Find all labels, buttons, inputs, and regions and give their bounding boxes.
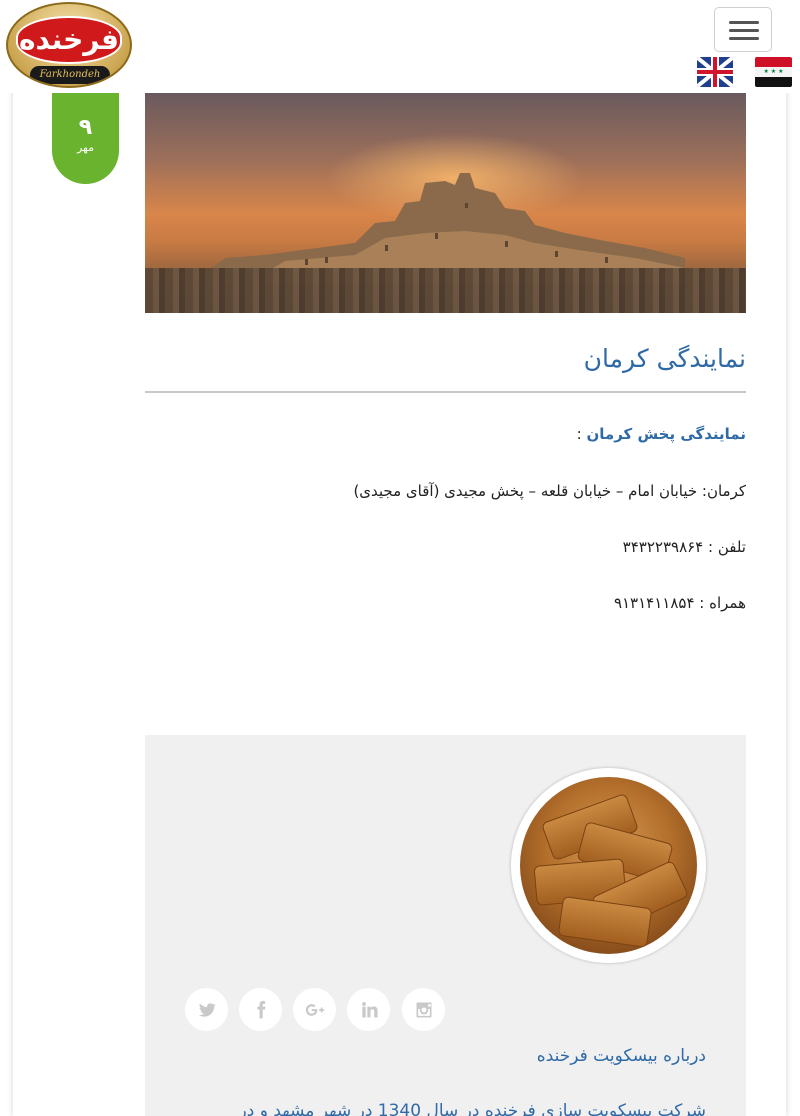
iraq-flag-icon[interactable]: ★ ★ ★: [755, 57, 792, 87]
about-image: [511, 768, 706, 963]
title-divider: [145, 391, 746, 393]
footer-about: درباره بیسکویت فرخنده شرکت بیسکویت سازی …: [145, 735, 746, 1116]
mobile-text: همراه : ۹۱۳۱۴۱۱۸۵۴: [613, 594, 746, 612]
date-badge: ۹ مهر: [52, 93, 119, 184]
page-title: نمایندگی کرمان: [583, 344, 746, 373]
date-day: ۹: [78, 115, 93, 140]
google-plus-icon[interactable]: [293, 988, 336, 1031]
hamburger-icon: [729, 21, 759, 24]
logo-subtext: Farkhondeh: [30, 66, 110, 84]
brand-logo[interactable]: فرخنده Farkhondeh: [6, 2, 132, 88]
twitter-icon[interactable]: [185, 988, 228, 1031]
citadel-silhouette: [205, 173, 685, 283]
facebook-icon[interactable]: [239, 988, 282, 1031]
phone-text: تلفن : ۳۴۳۲۲۳۹۸۶۴: [622, 538, 746, 556]
hamburger-icon: [729, 37, 759, 40]
hero-image: [145, 93, 746, 313]
linkedin-icon[interactable]: [347, 988, 390, 1031]
distribution-heading: نمایندگی پخش کرمان :: [146, 425, 746, 443]
english-flag-icon[interactable]: [697, 57, 733, 87]
address-text: کرمان: خیابان امام – خیابان قلعه – پخش م…: [353, 482, 746, 500]
logo-text: فرخنده: [16, 16, 122, 64]
hamburger-icon: [729, 29, 759, 32]
date-month: مهر: [76, 141, 95, 154]
site-header: فرخنده Farkhondeh ★ ★ ★: [0, 0, 800, 93]
distribution-suffix: :: [576, 425, 587, 443]
about-title: درباره بیسکویت فرخنده: [536, 1046, 706, 1066]
instagram-icon[interactable]: [402, 988, 445, 1031]
menu-toggle-button[interactable]: [714, 7, 772, 52]
biscuits-photo: [520, 777, 697, 954]
about-text: شرکت بیسکویت سازی فرخنده در سال 1340 در …: [238, 1101, 706, 1116]
distribution-label: نمایندگی پخش کرمان: [586, 425, 746, 443]
